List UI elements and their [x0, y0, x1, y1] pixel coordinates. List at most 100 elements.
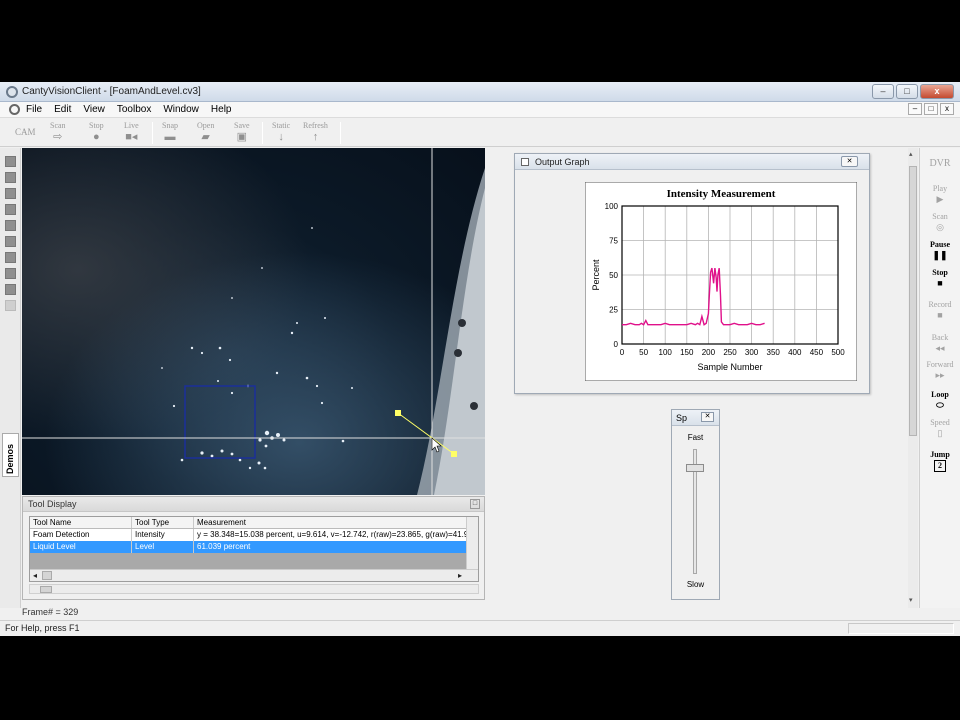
menu-bar: File Edit View Toolbox Window Help – □ x — [0, 102, 960, 118]
doc-restore-button[interactable]: □ — [924, 103, 938, 115]
menu-toolbox[interactable]: Toolbox — [117, 104, 151, 115]
loop-icon: ⬭ — [936, 400, 944, 410]
stop-square-icon: ■ — [937, 278, 943, 288]
toolbar-separator — [152, 122, 153, 144]
application-window: CantyVisionClient - [FoamAndLevel.cv3] –… — [0, 82, 960, 636]
scroll-down-icon[interactable]: ▾ — [909, 596, 913, 604]
minimize-button[interactable]: – — [872, 84, 894, 99]
left-tool-strip: Demos — [0, 148, 21, 608]
select-tool-icon[interactable] — [5, 156, 16, 167]
scroll-right-icon[interactable]: ▸ — [458, 571, 462, 580]
column-header[interactable]: Tool Name — [30, 517, 132, 528]
workspace-scroll-thumb[interactable] — [909, 166, 917, 436]
document-icon[interactable] — [9, 104, 20, 115]
crop-tool-icon[interactable] — [5, 204, 16, 215]
refresh-label: Refresh — [303, 121, 328, 130]
menu-view[interactable]: View — [83, 104, 105, 115]
menu-help[interactable]: Help — [211, 104, 232, 115]
speed-slider-thumb[interactable] — [686, 463, 704, 472]
level-handle-start[interactable] — [395, 410, 401, 416]
table-vertical-scrollbar[interactable] — [466, 517, 478, 571]
app-icon — [6, 86, 18, 98]
stop-button[interactable]: Stop ● — [89, 121, 104, 143]
workspace-vertical-scrollbar[interactable]: ▴ ▾ — [908, 148, 918, 608]
stop-label: Stop — [89, 121, 104, 130]
x-tick-label: 350 — [767, 348, 781, 357]
doc-close-button[interactable]: x — [940, 103, 954, 115]
x-tick-label: 500 — [831, 348, 845, 357]
snap-button[interactable]: Snap ▬ — [162, 121, 178, 143]
live-button[interactable]: Live ■◂ — [124, 121, 139, 143]
toolbar-separator — [262, 122, 263, 144]
scroll-left-icon[interactable]: ◂ — [33, 571, 37, 580]
speed-window-title: Sp — [676, 413, 688, 423]
level-tool-icon[interactable] — [5, 236, 16, 247]
output-graph-title: Output Graph — [535, 157, 590, 167]
arrow-down-icon: ↓ — [278, 131, 284, 143]
panel-scroll-thumb[interactable] — [40, 586, 52, 593]
dvr-scan-button[interactable]: Scan ◎ — [920, 212, 960, 232]
table-header: Tool Name Tool Type Measurement — [30, 517, 468, 529]
speed-window: Sp ✕ Fast Slow — [671, 409, 720, 600]
x-tick-label: 450 — [810, 348, 824, 357]
x-tick-label: 200 — [702, 348, 716, 357]
tool-display-restore-icon[interactable]: □ — [470, 499, 480, 509]
cam-label: CAM — [15, 127, 36, 137]
table-horizontal-scrollbar[interactable]: ◂ ▸ — [30, 569, 478, 581]
menu-file[interactable]: File — [26, 104, 42, 115]
maximize-button[interactable]: □ — [896, 84, 918, 99]
extra-tool-icon[interactable] — [5, 300, 16, 311]
gear-tool-icon[interactable] — [5, 284, 16, 295]
y-tick-label: 25 — [609, 306, 618, 315]
dvr-jump-button[interactable]: Jump 2 — [920, 450, 960, 472]
save-label: Save — [234, 121, 250, 130]
dvr-speed-button[interactable]: Speed ▯ — [920, 418, 960, 438]
dvr-forward-button[interactable]: Forward ▸▸ — [920, 360, 960, 380]
dvr-stop-button[interactable]: Stop ■ — [920, 268, 960, 288]
demos-tab[interactable]: Demos — [2, 433, 19, 477]
particle-tool-icon[interactable] — [5, 268, 16, 279]
x-tick-label: 400 — [788, 348, 802, 357]
dvr-back-button[interactable]: Back ◂◂ — [920, 333, 960, 353]
scroll-up-icon[interactable]: ▴ — [909, 150, 913, 158]
menu-edit[interactable]: Edit — [54, 104, 71, 115]
tool-name-cell: Foam Detection — [30, 529, 132, 541]
pencil-tool-icon[interactable] — [5, 172, 16, 183]
dvr-loop-button[interactable]: Loop ⬭ — [920, 390, 960, 410]
stack-tool-icon[interactable] — [5, 252, 16, 263]
demos-tab-label: Demos — [5, 443, 15, 474]
static-button[interactable]: Static ↓ — [272, 121, 290, 143]
sample-tool-icon[interactable] — [5, 188, 16, 199]
table-row[interactable]: Foam Detection Intensity y = 38.348=15.0… — [30, 529, 468, 541]
grid-tool-icon[interactable] — [5, 220, 16, 231]
column-header[interactable]: Tool Type — [132, 517, 194, 528]
panel-horizontal-scrollbar[interactable] — [29, 584, 479, 594]
dvr-loop-label: Loop — [931, 390, 949, 399]
speed-window-header[interactable]: Sp ✕ — [672, 410, 719, 426]
level-handle-end[interactable] — [451, 451, 457, 457]
save-button[interactable]: Save ▣ — [234, 121, 250, 143]
column-header[interactable]: Measurement — [194, 517, 468, 528]
scan-button[interactable]: Scan ⇨ — [50, 121, 66, 143]
output-graph-header[interactable]: Output Graph ✕ — [515, 154, 869, 170]
x-axis-label: Sample Number — [697, 362, 762, 372]
speed-bar-icon: ▯ — [937, 428, 943, 438]
dvr-record-button[interactable]: Record ■ — [920, 300, 960, 320]
dvr-pause-button[interactable]: Pause ❚❚ — [920, 240, 960, 260]
camera-view[interactable] — [22, 148, 485, 495]
speed-close-button[interactable]: ✕ — [701, 412, 714, 422]
close-button[interactable]: x — [920, 84, 954, 99]
dvr-play-button[interactable]: Play ▶ — [920, 184, 960, 204]
arrow-up-icon: ↑ — [312, 131, 319, 143]
dvr-title: DVR — [929, 158, 951, 169]
refresh-button[interactable]: Refresh ↑ — [303, 121, 328, 143]
output-graph-close-button[interactable]: ✕ — [841, 156, 858, 167]
y-tick-label: 50 — [609, 271, 618, 280]
open-button[interactable]: Open ▰ — [197, 121, 214, 143]
scroll-thumb[interactable] — [42, 571, 52, 580]
dvr-record-label: Record — [928, 300, 952, 309]
doc-minimize-button[interactable]: – — [908, 103, 922, 115]
menu-window[interactable]: Window — [163, 104, 199, 115]
tool-display-panel: Tool Display □ Tool Name Tool Type Measu… — [22, 496, 485, 600]
table-row-selected[interactable]: Liquid Level Level 61.039 percent — [30, 541, 468, 553]
